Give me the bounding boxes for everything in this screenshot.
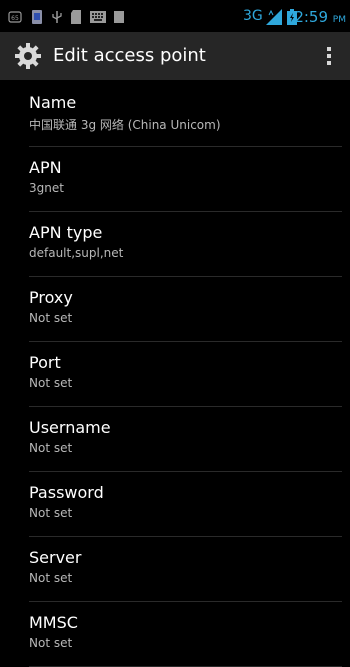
svg-text:65: 65 xyxy=(11,15,19,22)
apn-name-item[interactable]: Name 中国联通 3g 网络 (China Unicom) xyxy=(29,82,342,147)
signal-icon xyxy=(266,9,282,25)
status-time: 2:59 xyxy=(294,8,329,26)
apn-proxy-label: Proxy xyxy=(29,288,73,307)
apn-port-item[interactable]: Port Not set xyxy=(29,342,342,407)
status-ampm: PM xyxy=(332,15,346,25)
apn-type-label: APN type xyxy=(29,223,103,242)
network-type-label: 3G xyxy=(243,8,263,24)
apn-port-value: Not set xyxy=(29,376,73,390)
apn-username-item[interactable]: Username Not set xyxy=(29,407,342,472)
apn-settings-list: Name 中国联通 3g 网络 (China Unicom) APN 3gnet… xyxy=(0,82,350,667)
apn-username-value: Not set xyxy=(29,441,73,455)
apn-server-label: Server xyxy=(29,548,82,567)
apn-name-label: Name xyxy=(29,93,77,112)
apn-mmsc-value: Not set xyxy=(29,636,73,650)
apn-server-item[interactable]: Server Not set xyxy=(29,537,342,602)
apn-apn-label: APN xyxy=(29,158,62,177)
notification-icon xyxy=(114,11,124,23)
apn-proxy-value: Not set xyxy=(29,311,73,325)
usb-debug-icon: 65 xyxy=(8,11,22,23)
apn-username-label: Username xyxy=(29,418,111,437)
usb-icon xyxy=(52,11,62,23)
gear-icon[interactable] xyxy=(14,42,42,70)
action-bar: Edit access point xyxy=(0,32,350,80)
apn-password-label: Password xyxy=(29,483,104,502)
page-title: Edit access point xyxy=(53,45,206,66)
apn-apn-item[interactable]: APN 3gnet xyxy=(29,147,342,212)
sim-icon xyxy=(32,10,42,24)
apn-mmsc-label: MMSC xyxy=(29,613,78,632)
overflow-menu-icon[interactable] xyxy=(320,44,338,70)
status-bar: 65 3G 2:59 PM xyxy=(0,0,350,32)
apn-password-value: Not set xyxy=(29,506,73,520)
apn-proxy-item[interactable]: Proxy Not set xyxy=(29,277,342,342)
apn-apn-value: 3gnet xyxy=(29,181,64,195)
apn-server-value: Not set xyxy=(29,571,73,585)
status-clock: 2:59 PM xyxy=(294,8,346,26)
keyboard-icon xyxy=(90,11,106,23)
apn-password-item[interactable]: Password Not set xyxy=(29,472,342,537)
apn-name-value: 中国联通 3g 网络 (China Unicom) xyxy=(29,118,221,132)
apn-port-label: Port xyxy=(29,353,61,372)
sd-card-icon xyxy=(71,10,81,24)
apn-type-item[interactable]: APN type default,supl,net xyxy=(29,212,342,277)
apn-type-value: default,supl,net xyxy=(29,246,124,260)
apn-mmsc-item[interactable]: MMSC Not set xyxy=(29,602,342,667)
